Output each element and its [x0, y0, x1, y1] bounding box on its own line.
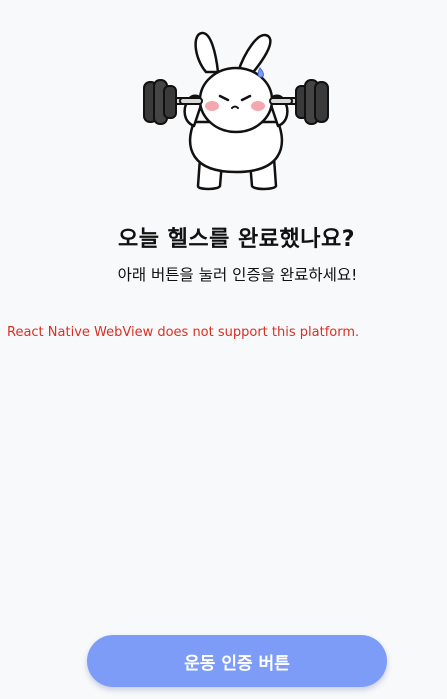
workout-verification-screen: 오늘 헬스를 완료했나요? 아래 버튼을 눌러 인증을 완료하세요! React…	[0, 0, 447, 699]
page-title: 오늘 헬스를 완료했나요?	[118, 227, 355, 252]
verify-workout-button[interactable]: 운동 인증 버튼	[87, 635, 387, 687]
webview-error-message: React Native WebView does not support th…	[7, 325, 360, 340]
page-subtitle: 아래 버튼을 눌러 인증을 완료하세요!	[117, 266, 358, 284]
bunny-lifting-barbell-icon	[140, 30, 332, 192]
